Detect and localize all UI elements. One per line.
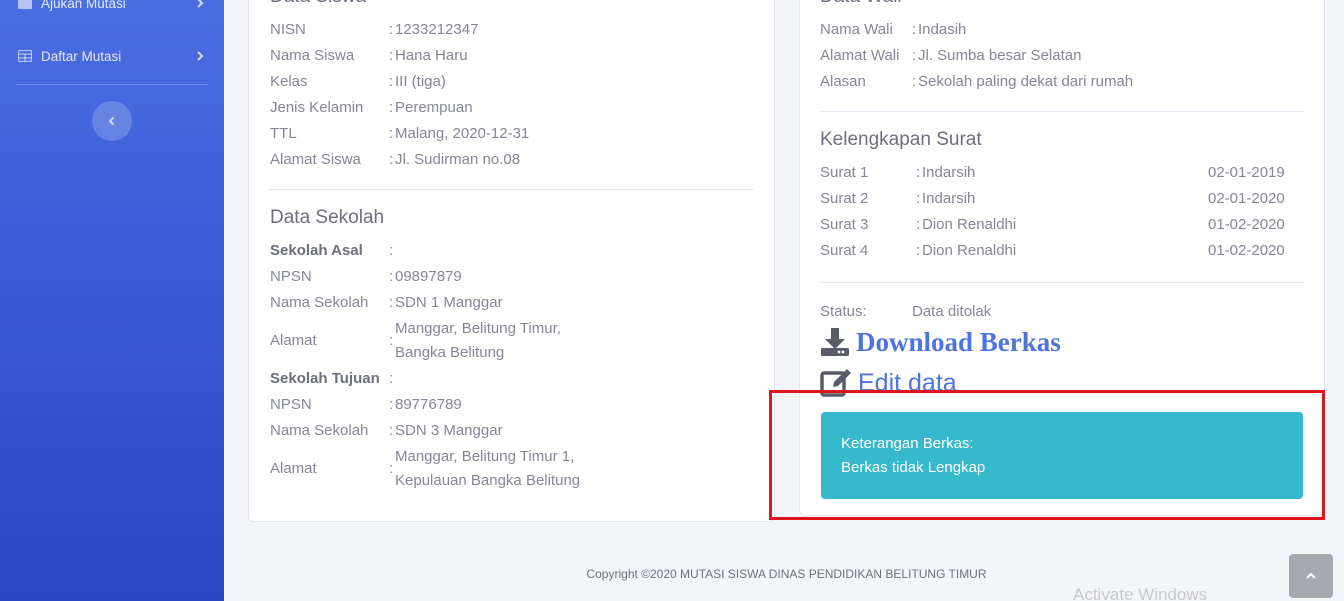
row-separator: : [912,21,917,38]
sidebar-toggle-button[interactable] [92,101,132,141]
sidebar-item-label: Daftar Mutasi [41,48,122,64]
student-card [248,0,775,522]
row-separator: : [389,151,394,168]
row-key: Surat 2 [820,190,869,207]
row-value: Dion Renaldhi [922,242,1017,259]
row-value: Dion Renaldhi [922,216,1017,233]
row-value: Perempuan [395,99,473,116]
sidebar-item-label: Ajukan Mutasi [41,0,126,11]
scroll-to-top-button[interactable] [1289,554,1333,598]
data-siswa-title: Data Siswa [270,0,366,8]
row-value: Jl. Sudirman no.08 [395,151,521,168]
row-key: NISN [270,21,306,38]
kelengkapan-title: Kelengkapan Surat [820,129,982,150]
row-key: Alasan [820,73,866,90]
row-key: TTL [270,125,297,142]
row-separator: : [916,242,921,259]
download-label: Download Berkas [856,326,1061,357]
edit-data-link[interactable]: Edit data [820,366,957,400]
row-separator: : [912,47,917,64]
row-key: Surat 3 [820,216,869,233]
row-value: Sekolah paling dekat dari rumah [918,73,1134,90]
row-separator: : [389,125,394,142]
row-separator: : [389,47,394,64]
divider [820,111,1304,112]
data-wali-title: Data Wali [820,0,902,8]
row-separator: : [916,164,921,181]
data-sekolah-title: Data Sekolah [270,207,385,228]
row-key: Alamat Siswa [270,151,361,168]
row-value: Hana Haru [395,47,468,64]
row-key: Surat 1 [820,164,869,181]
divider [820,282,1304,283]
keterangan-label: Keterangan Berkas: [841,435,974,452]
sidebar-divider [16,84,208,85]
row-key: Nama Siswa [270,47,355,64]
row-value: 1233212347 [395,21,479,38]
keterangan-text: Berkas tidak Lengkap [841,459,986,476]
row-separator: : [389,99,394,116]
row-date: 02-01-2020 [1208,190,1285,207]
divider [269,189,754,190]
address-line: Manggar, Belitung Timur, [395,320,561,337]
row-value: Indasih [918,21,967,38]
row-key: Kelas [270,73,308,90]
row-key: Jenis Kelamin [270,99,364,116]
row-separator: : [389,73,394,90]
row-date: 02-01-2019 [1208,164,1285,181]
row-value: Malang, 2020-12-31 [395,125,530,142]
windows-watermark: Activate Windows [1073,585,1208,601]
table-icon [18,50,32,62]
sidebar-item-ajukan-mutasi[interactable]: Ajukan Mutasi [0,0,224,15]
row-separator: : [916,216,921,233]
row-value: Jl. Sumba besar Selatan [918,47,1082,64]
download-berkas-link[interactable]: Download Berkas [820,324,1061,360]
status-value: Data ditolak [912,303,992,320]
list-icon [18,0,32,9]
address-line: Manggar, Belitung Timur 1, [395,448,575,465]
row-key: Surat 4 [820,242,869,259]
address-line: Kepulauan Bangka Belitung [395,472,581,489]
row-separator: : [916,190,921,207]
footer-copyright: Copyright ©2020 MUTASI SISWA DINAS PENDI… [586,567,987,581]
chevron-right-icon [197,0,204,8]
row-key: Nama Wali [820,21,893,38]
keterangan-alert: Keterangan Berkas: Berkas tidak Lengkap [821,412,1303,499]
row-value: Indarsih [922,164,976,181]
edit-label: Edit data [858,368,957,397]
row-key: Alamat Wali [820,47,900,64]
edit-icon [820,369,851,397]
chevron-left-icon [108,116,115,126]
row-date: 01-02-2020 [1208,242,1285,259]
chevron-right-icon [197,51,204,61]
chevron-up-icon [1306,572,1316,579]
sidebar-item-daftar-mutasi[interactable]: Daftar Mutasi [0,44,224,68]
row-value: Indarsih [922,190,976,207]
address-line: Bangka Belitung [395,344,505,361]
download-icon [821,328,849,356]
sidebar: Ajukan Mutasi Daftar Mutasi [0,0,224,601]
row-separator: : [389,21,394,38]
row-separator: : [912,73,917,90]
row-date: 01-02-2020 [1208,216,1285,233]
status-label: Status: [820,303,867,320]
row-value: III (tiga) [395,73,446,90]
